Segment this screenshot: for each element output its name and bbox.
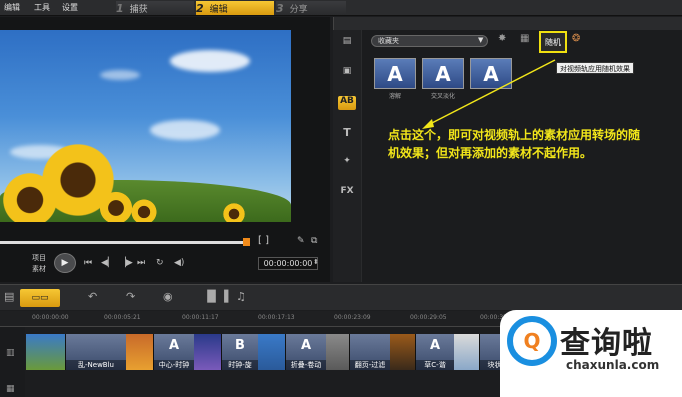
mark-icon[interactable]: ✎ [297,236,305,246]
filter-icon[interactable]: FX [338,186,356,200]
sunflower [130,198,158,222]
apply-to-all-icon[interactable]: ▦ [520,33,529,44]
ruler-tick: 00:00:05:21 [104,314,141,321]
overlay-track-icon[interactable]: ▦ [6,384,15,394]
transition-clip[interactable]: A 草C-谐 [416,334,454,370]
transition-label: 翻页-过滤 [350,360,390,370]
prev-frame-icon[interactable]: ◀▏ [101,258,115,268]
media-icon[interactable]: ▤ [338,36,356,50]
cloud [150,120,220,140]
sunflower [0,170,60,222]
transition-clip[interactable]: 乱-NewBlu [66,334,126,370]
instant-project-icon[interactable]: ▣ [338,66,356,80]
transition-glyph: A [300,338,312,353]
step-share-tab[interactable]: 3 分享 [276,1,346,15]
ruler-tick: 00:00:17:13 [258,314,295,321]
thumb-glyph: A [387,61,403,86]
video-clip[interactable] [390,334,416,370]
step-number: 3 [276,1,284,15]
annotation-arrow [422,59,556,129]
undo-icon[interactable]: ↶ [88,290,97,303]
timecode-stepper[interactable]: ⬍ [313,258,319,266]
thumb-label: 溶解 [388,93,401,100]
trim-markers[interactable]: [ ] [258,235,269,246]
transition-glyph: A [168,338,180,353]
ruler-tick: 00:00:29:05 [410,314,447,321]
timeline-icon: ▭▭ [31,293,49,303]
transition-label: 草C-谐 [416,360,454,370]
auto-music-icon[interactable]: ♫ [236,290,246,303]
audio-mixer-icon[interactable]: ▐▌▐ [203,290,228,303]
timeline-view-button[interactable]: ▭▭ [20,289,60,307]
transition-label: 时钟-旋 [222,360,258,370]
video-clip[interactable] [454,334,480,370]
transition-label: 乱-NewBlu [66,360,126,370]
cloud [170,50,250,72]
video-clip[interactable] [126,334,154,370]
video-preview [0,30,291,222]
scrub-handle[interactable] [243,238,250,246]
redo-icon[interactable]: ↷ [126,290,135,303]
fullscreen-icon[interactable]: ⧉ [311,236,317,246]
play-icon: ▶ [61,258,69,268]
play-button[interactable]: ▶ [54,253,76,273]
clip-label[interactable]: 素材 [32,264,46,274]
apply-random-effect-button[interactable]: 随机 [539,31,567,53]
video-clip[interactable] [194,334,222,370]
add-to-favorites-icon[interactable]: ✸ [498,33,506,44]
step-label: 编辑 [209,4,228,15]
video-clip[interactable] [26,334,66,370]
menu-tools[interactable]: 工具 [34,2,50,13]
ruler-tick: 00:00:00:00 [32,314,69,321]
video-track-icon[interactable]: ▥ [6,348,15,358]
video-clip[interactable] [258,334,286,370]
transition-clip[interactable]: 翻页-过滤 [350,334,390,370]
timecode-display[interactable]: 00:00:00:00 [258,257,318,270]
go-end-icon[interactable]: ⏭ [137,258,145,268]
gallery-dropdown[interactable]: 收藏夹 [371,35,488,47]
annotation-text: 点击这个，即可对视频轨上的素材应用转场的随机效果；但对再添加的素材不起作用。 [388,128,641,160]
step-label: 分享 [289,4,308,15]
transition-glyph: B [235,338,245,353]
transition-icon[interactable]: AB [338,96,356,110]
watermark-url: chaxunla.com [566,358,660,372]
go-start-icon[interactable]: ⏮ [84,258,92,268]
step-label: 捕获 [129,4,148,15]
record-capture-icon[interactable]: ◉ [163,290,173,303]
transition-glyph: A [429,338,441,353]
transition-clip[interactable]: A 折叠-卷动 [286,334,326,370]
watermark-logo: Q [507,316,557,366]
transition-label: 折叠-卷动 [286,360,326,370]
sunflower [222,202,246,222]
scrub-bar[interactable] [0,241,248,244]
transition-thumbnail[interactable]: A [374,58,416,89]
step-number: 1 [116,1,124,15]
video-clip[interactable] [326,334,350,370]
storyboard-icon[interactable]: ▤ [4,290,14,303]
menu-bar: 编辑 工具 设置 1 捕获 2 编辑 3 分享 [0,0,682,16]
sunflower [98,190,134,222]
transition-clip[interactable]: B 时钟-旋 [222,334,258,370]
menu-settings[interactable]: 设置 [62,2,78,13]
next-frame-icon[interactable]: ▕▶ [119,258,133,268]
tooltip: 对视频轨应用随机效果 [556,62,634,74]
timeline-toolbar [0,284,682,310]
title-icon[interactable]: T [338,126,356,140]
repeat-icon[interactable]: ↻ [156,258,164,268]
shuffle-icon[interactable]: ❂ [572,33,580,44]
volume-icon[interactable]: ◀) [174,258,184,268]
step-number: 2 [196,1,204,15]
graphics-icon[interactable]: ✦ [338,156,356,170]
project-label[interactable]: 项目 [32,253,46,263]
transition-clip[interactable]: A 中心-时钟 [154,334,194,370]
step-edit-tab[interactable]: 2 编辑 [196,1,274,15]
step-capture-tab[interactable]: 1 捕获 [116,1,194,15]
transition-label: 中心-时钟 [154,360,194,370]
ruler-tick: 00:00:11:17 [182,314,219,321]
ruler-tick: 00:00:23:09 [334,314,371,321]
menu-edit[interactable]: 编辑 [4,2,20,13]
watermark-text: 查询啦 [560,326,653,361]
cloud [100,70,140,80]
chevron-down-icon: ▼ [478,36,484,44]
